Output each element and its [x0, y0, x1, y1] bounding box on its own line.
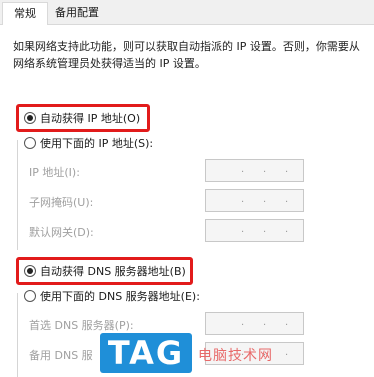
ip-auto-label: 自动获得 IP 地址(O): [40, 112, 141, 125]
subnet-mask-label: 子网掩码(U):: [29, 196, 94, 209]
ip-auto-radio-option[interactable]: 自动获得 IP 地址(O): [24, 110, 140, 126]
dns-auto-label: 自动获得 DNS 服务器地址(B): [40, 265, 186, 278]
tab-strip: 常规 备用配置: [0, 0, 374, 25]
dns-group-border: [17, 293, 18, 377]
dns-manual-label: 使用下面的 DNS 服务器地址(E):: [40, 290, 200, 303]
tab-general[interactable]: 常规: [2, 2, 48, 25]
radio-selected-icon[interactable]: [24, 265, 36, 277]
subnet-mask-input[interactable]: ...: [205, 189, 304, 212]
tab-alternate-config[interactable]: 备用配置: [48, 2, 106, 23]
description-text: 如果网络支持此功能，则可以获取自动指派的 IP 设置。否则，你需要从网络系统管理…: [13, 40, 360, 70]
alternate-dns-label: 备用 DNS 服: [29, 349, 93, 362]
radio-selected-icon[interactable]: [24, 112, 36, 124]
radio-unselected-icon[interactable]: [24, 290, 36, 302]
ip-manual-radio-option[interactable]: 使用下面的 IP 地址(S):: [24, 135, 153, 151]
tag-logo: TAG: [100, 333, 192, 373]
ip-manual-label: 使用下面的 IP 地址(S):: [40, 137, 154, 150]
dns-auto-radio-option[interactable]: 自动获得 DNS 服务器地址(B): [24, 263, 186, 279]
watermark-text: 电脑技术网: [198, 348, 273, 364]
preferred-dns-input[interactable]: ...: [205, 312, 304, 335]
ip-address-input[interactable]: ...: [205, 159, 304, 182]
dns-manual-radio-option[interactable]: 使用下面的 DNS 服务器地址(E):: [24, 288, 200, 304]
ip-group-border: [17, 140, 18, 250]
default-gateway-input[interactable]: ...: [205, 219, 304, 242]
radio-unselected-icon[interactable]: [24, 137, 36, 149]
preferred-dns-label: 首选 DNS 服务器(P):: [29, 319, 134, 332]
default-gateway-label: 默认网关(D):: [29, 226, 94, 239]
ip-address-label: IP 地址(I):: [29, 166, 80, 179]
